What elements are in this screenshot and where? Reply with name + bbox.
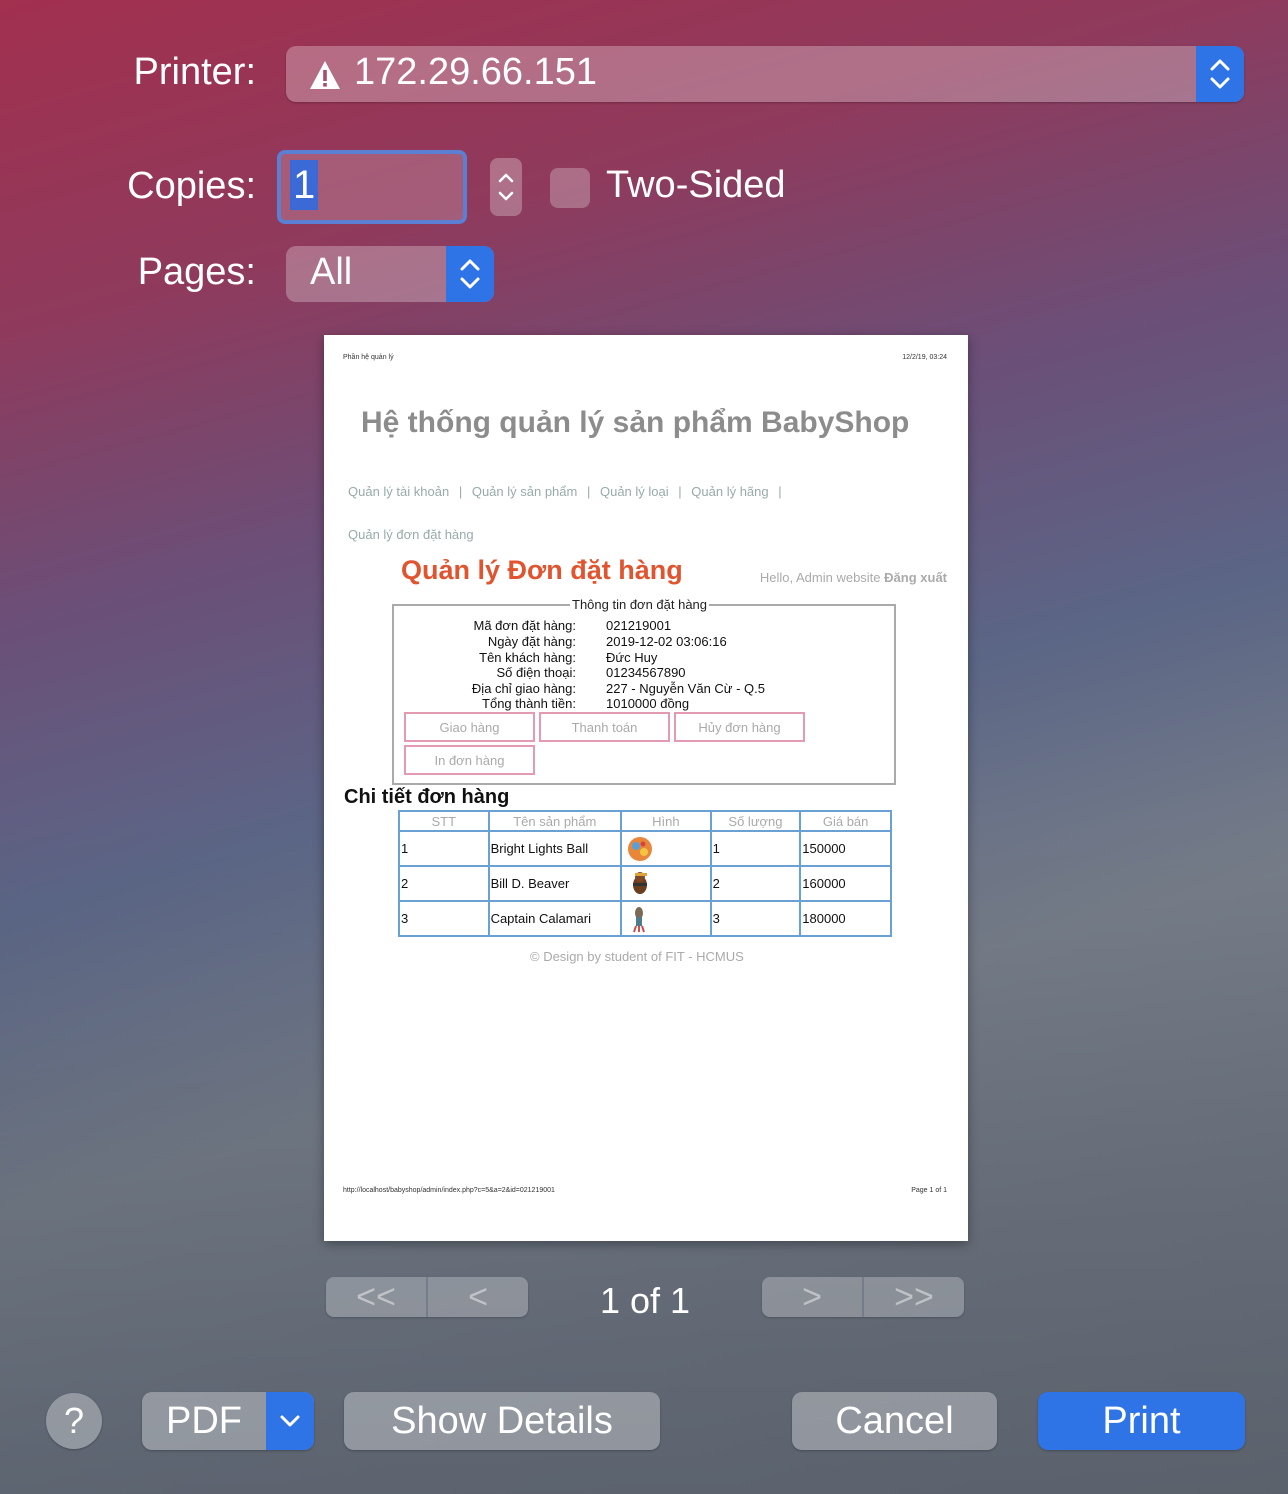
order-field-value: 2019-12-02 03:06:16: [606, 634, 727, 649]
two-sided-label[interactable]: Two-Sided: [606, 164, 786, 207]
product-beaver-image: [633, 871, 648, 894]
order-field-label: Ngày đặt hàng:: [487, 634, 576, 649]
menu-separator: |: [778, 484, 782, 499]
column-header: Giá bán: [799, 810, 892, 832]
preview-menu: Quản lý tài khoản | Quản lý sản phẩm | Q…: [348, 484, 788, 499]
order-field-value: 227 - Nguyễn Văn Cừ - Q.5: [606, 681, 766, 696]
cancel-order-button: Hủy đơn hàng: [674, 712, 805, 742]
menu-item-categories: Quản lý loại: [599, 484, 669, 499]
preview-greeting: Hello, Admin website Đăng xuất: [760, 570, 947, 585]
column-header: Hình: [620, 810, 712, 832]
pages-popup-arrows-icon: [446, 246, 494, 302]
table-row: 2 Bill D. Beaver 2 160000: [398, 865, 892, 902]
cell-stt: 2: [398, 865, 490, 902]
next-page-button[interactable]: >: [762, 1277, 862, 1317]
warning-icon: [308, 59, 342, 91]
print-preview-page: Phần hệ quản lý 12/2/19, 03:24 Hệ thống …: [324, 335, 968, 1241]
product-ball-image: [628, 836, 653, 861]
cell-product-name: Bright Lights Ball: [487, 830, 623, 867]
menu-item-accounts: Quản lý tài khoản: [348, 484, 450, 499]
menu-item-brands: Quản lý hãng: [691, 484, 769, 499]
preview-header-left: Phần hệ quản lý: [343, 354, 394, 361]
cell-quantity: 3: [709, 900, 802, 937]
pager-back-group: << <: [326, 1277, 528, 1317]
printer-value: 172.29.66.151: [354, 51, 598, 93]
cell-quantity: 2: [709, 865, 802, 902]
show-details-button[interactable]: Show Details: [344, 1392, 660, 1450]
preview-heading: Quản lý Đơn đặt hàng: [401, 555, 683, 585]
copies-label: Copies:: [127, 165, 256, 207]
printer-label: Printer:: [133, 51, 256, 93]
logout-link: Đăng xuất: [884, 570, 947, 585]
column-header: Số lượng: [709, 810, 802, 832]
menu-separator: |: [678, 484, 682, 499]
order-field-value: 021219001: [606, 618, 672, 633]
order-items-table: STT Tên sản phẩm Hình Số lượng Giá bán 1…: [398, 810, 892, 937]
product-calamari-image: [633, 906, 645, 932]
cell-price: 160000: [799, 865, 892, 902]
copies-value: 1: [290, 160, 319, 210]
hello-text: Hello, Admin website: [759, 570, 881, 585]
table-header-row: STT Tên sản phẩm Hình Số lượng Giá bán: [398, 810, 892, 832]
preview-header-date: 12/2/19, 03:24: [902, 354, 947, 361]
first-page-button[interactable]: <<: [326, 1277, 426, 1317]
cell-price: 180000: [799, 900, 892, 937]
cell-quantity: 1: [709, 830, 802, 867]
order-field-label: Tên khách hàng:: [479, 650, 576, 665]
preview-site-title: Hệ thống quản lý sản phẩm BabyShop: [361, 406, 910, 439]
menu-item-products: Quản lý sản phẩm: [471, 484, 578, 499]
menu-separator: |: [458, 484, 463, 499]
order-field-value: 01234567890: [606, 665, 686, 680]
preview-credit: © Design by student of FIT - HCMUS: [530, 949, 744, 964]
order-field-value: 1010000 đồng: [606, 696, 690, 711]
cell-product-name: Captain Calamari: [487, 900, 623, 937]
menu-item-orders: Quản lý đơn đặt hàng: [348, 527, 474, 542]
print-order-button: In đơn hàng: [404, 745, 535, 775]
print-button[interactable]: Print: [1038, 1392, 1245, 1450]
order-field-label: Mã đơn đặt hàng:: [473, 618, 576, 633]
pages-label: Pages:: [137, 251, 256, 293]
cell-price: 150000: [799, 830, 892, 867]
order-field-label: Số điện thoại:: [496, 665, 576, 680]
cell-stt: 1: [398, 830, 490, 867]
menu-separator: |: [586, 484, 591, 499]
two-sided-checkbox[interactable]: [550, 168, 590, 208]
order-field-value: Đức Huy: [606, 650, 658, 665]
preview-footer-page: Page 1 of 1: [911, 1187, 947, 1194]
cell-image: [620, 865, 712, 902]
cancel-button[interactable]: Cancel: [792, 1392, 997, 1450]
pdf-label: PDF: [166, 1399, 242, 1442]
pay-button: Thanh toán: [539, 712, 670, 742]
copies-stepper[interactable]: [490, 158, 522, 216]
pager-forward-group: > >>: [762, 1277, 964, 1317]
pdf-menu-button[interactable]: PDF: [142, 1392, 314, 1450]
column-header: STT: [398, 810, 490, 832]
previous-page-button[interactable]: <: [426, 1277, 528, 1317]
column-header: Tên sản phẩm: [487, 810, 623, 832]
order-info-legend: Thông tin đơn đặt hàng: [572, 597, 708, 612]
order-detail-title: Chi tiết đơn hàng: [344, 786, 510, 808]
order-field-label: Địa chỉ giao hàng:: [471, 681, 576, 696]
last-page-button[interactable]: >>: [862, 1277, 964, 1317]
cell-stt: 3: [398, 900, 490, 937]
preview-footer-url: http://localhost/babyshop/admin/index.ph…: [343, 1187, 555, 1194]
cell-image: [620, 830, 712, 867]
order-field-label: Tổng thành tiền:: [482, 696, 576, 711]
table-row: 1 Bright Lights Ball 1 150000: [398, 830, 892, 867]
deliver-button: Giao hàng: [404, 712, 535, 742]
pages-value: All: [310, 251, 353, 293]
table-row: 3 Captain Calamari 3 180000: [398, 900, 892, 937]
page-status: 1 of 1: [599, 1280, 691, 1321]
stepper-arrows-icon: [498, 173, 514, 201]
cell-product-name: Bill D. Beaver: [487, 865, 623, 902]
chevron-down-icon: [266, 1392, 314, 1450]
cell-image: [620, 900, 712, 937]
printer-popup-arrows-icon: [1196, 46, 1244, 102]
help-button[interactable]: ?: [46, 1393, 102, 1449]
